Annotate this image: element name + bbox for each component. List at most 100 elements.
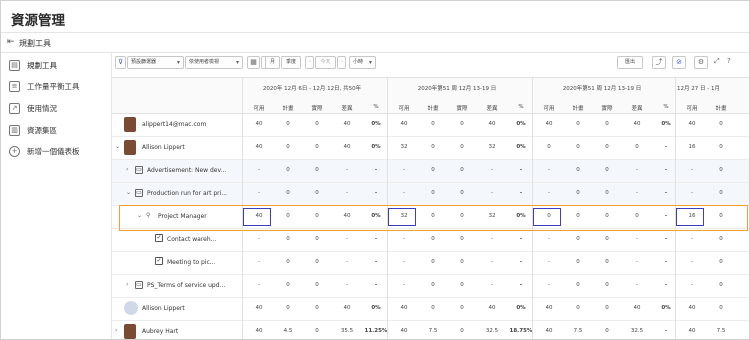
- chevron-down-icon[interactable]: ⌄: [115, 143, 120, 150]
- grid-cell[interactable]: -: [679, 236, 705, 242]
- grid-cell[interactable]: 40: [391, 121, 417, 127]
- grid-cell[interactable]: 32: [391, 144, 417, 150]
- range-quarter[interactable]: 季度: [281, 56, 301, 69]
- grid-cell[interactable]: 40: [536, 121, 562, 127]
- grid-cell[interactable]: 40: [246, 328, 272, 334]
- prev-period-button[interactable]: ‹: [305, 56, 314, 69]
- available-hours-input[interactable]: [676, 208, 704, 226]
- sidebar-item-utilization[interactable]: ↗ 使用情況: [1, 99, 112, 121]
- task-checkbox-icon[interactable]: ✓: [155, 257, 163, 265]
- grid-cell[interactable]: 40: [536, 328, 562, 334]
- table-row[interactable]: Allison Lippert 40 0 0 40 0% 40 0 0 40 0% 40 0 0 40 0% 4…: [112, 298, 749, 321]
- grid-cell[interactable]: 40: [391, 328, 417, 334]
- row-name[interactable]: Contact wareh...: [167, 236, 216, 243]
- task-checkbox-icon[interactable]: ✓: [155, 234, 163, 242]
- grid-cell[interactable]: -: [246, 259, 272, 265]
- grid-cell[interactable]: 40: [679, 121, 705, 127]
- grid-cell[interactable]: -: [536, 167, 562, 173]
- week-title: 12月 27 日 - 1月: [677, 86, 720, 92]
- grid-cell[interactable]: 0: [536, 144, 562, 150]
- view-dropdown[interactable]: 依使用者檢視: [185, 56, 243, 69]
- range-month[interactable]: 月: [265, 56, 280, 69]
- calendar-icon[interactable]: ▦: [247, 56, 260, 69]
- grid-cell[interactable]: 40: [246, 144, 272, 150]
- chevron-right-icon[interactable]: ›: [115, 327, 117, 334]
- grid-cell[interactable]: -: [246, 190, 272, 196]
- row-name[interactable]: Production run for art pri...: [147, 190, 227, 197]
- row-name[interactable]: Advertisement: New dev...: [147, 167, 226, 174]
- table-row[interactable]: › ▭ Advertisement: New dev... - 0 0 - - - 0 0 - - - 0 0…: [112, 160, 749, 183]
- settings-icon[interactable]: ⚙: [694, 56, 708, 69]
- table-row[interactable]: ✓ Meeting to pic... -0 0- - -0 0- - -0 0- - -0: [112, 252, 749, 275]
- grid-cell[interactable]: -: [246, 282, 272, 288]
- grid-cell[interactable]: 40: [536, 305, 562, 311]
- grid-cell[interactable]: -: [679, 282, 705, 288]
- table-row[interactable]: alippert14@mac.com 40 0 0 40 0% 40 0 0 40 0% 40 0 0 40…: [112, 114, 749, 137]
- grid-cell: 0: [719, 213, 723, 219]
- grid-cell[interactable]: -: [391, 236, 417, 242]
- sidebar-item-label: 資源集區: [27, 126, 57, 135]
- grid-cell[interactable]: -: [679, 259, 705, 265]
- unit-dropdown[interactable]: 小時: [349, 56, 376, 69]
- grid-cell[interactable]: 40: [679, 305, 705, 311]
- grid-cell[interactable]: -: [536, 282, 562, 288]
- sidebar-item-balancer[interactable]: ≡ 工作量平衡工具: [1, 77, 112, 99]
- table-row[interactable]: ⌄ ⚲ Project Manager 40 0 0 40 0% 32 0 0 32 0% 0 0 0 0-16…: [112, 206, 749, 229]
- export-button[interactable]: 匯出: [617, 56, 643, 69]
- link-icon[interactable]: ⊘: [672, 56, 686, 69]
- grid-cell[interactable]: -: [536, 236, 562, 242]
- help-icon[interactable]: ?: [727, 57, 731, 65]
- expand-icon[interactable]: ⤢: [714, 57, 720, 66]
- sidebar-item-label: 新增一個儀表板: [27, 147, 80, 156]
- row-name[interactable]: Project Manager: [158, 213, 207, 220]
- grid-cell[interactable]: 40: [246, 121, 272, 127]
- chevron-down-icon[interactable]: ⌄: [137, 212, 142, 219]
- filter-dropdown[interactable]: 預設篩選器: [127, 56, 184, 69]
- available-hours-input[interactable]: [388, 208, 416, 226]
- planner-icon: ▤: [9, 60, 20, 71]
- grid-cell[interactable]: -: [391, 167, 417, 173]
- row-name[interactable]: Aubrey Hart: [142, 328, 178, 335]
- grid-cell[interactable]: -: [391, 190, 417, 196]
- grid-cell: 0: [576, 167, 580, 173]
- grid-cell: 4.5: [283, 328, 293, 334]
- available-hours-input[interactable]: [243, 208, 271, 226]
- table-row[interactable]: ⌄ ▭ Production run for art pri... - 0 0 - - - 0 0 -…: [112, 183, 749, 206]
- row-name[interactable]: Meeting to pic...: [167, 259, 216, 266]
- chevron-right-icon[interactable]: ›: [126, 281, 128, 288]
- row-name[interactable]: PS_Terms of service upd...: [147, 282, 225, 289]
- grid-cell[interactable]: -: [246, 167, 272, 173]
- grid-cell[interactable]: 40: [391, 305, 417, 311]
- table-row[interactable]: › Aubrey Hart 40 4.5 0 35.5 11.25% 40 7.5 0 32.5 18…: [112, 321, 749, 339]
- chart-view-icon[interactable]: ⤴: [652, 56, 666, 69]
- row-name[interactable]: Allison Lippert: [142, 144, 185, 151]
- grid-cell[interactable]: 16: [679, 144, 705, 150]
- sidebar-item-add-dashboard[interactable]: + 新增一個儀表板: [1, 142, 112, 164]
- divider: [387, 114, 388, 339]
- collapse-panel-icon[interactable]: ⇤: [7, 37, 15, 47]
- chevron-right-icon[interactable]: ›: [126, 166, 128, 173]
- grid-cell[interactable]: 40: [679, 328, 705, 334]
- grid-cell[interactable]: -: [391, 259, 417, 265]
- sidebar-item-pools[interactable]: ▥ 資源集區: [1, 121, 112, 143]
- table-row[interactable]: ✓ Contact wareh... -0 0- - -0 0- - -0 0- - -0: [112, 229, 749, 252]
- grid-cell[interactable]: -: [536, 259, 562, 265]
- chevron-down-icon[interactable]: ⌄: [126, 189, 131, 196]
- grid-cell[interactable]: 40: [246, 305, 272, 311]
- grid-cell: 0: [460, 328, 464, 334]
- grid-cell[interactable]: -: [391, 282, 417, 288]
- available-hours-input[interactable]: [533, 208, 561, 226]
- table-row[interactable]: › ▭ PS_Terms of service upd... - 0 0 - - - 0 0 - - - 0…: [112, 275, 749, 298]
- filter-icon[interactable]: ⊽: [115, 56, 126, 69]
- grid-cell[interactable]: -: [536, 190, 562, 196]
- row-name[interactable]: alippert14@mac.com: [142, 121, 206, 128]
- table-row[interactable]: ⌄ Allison Lippert 40 0 0 40 0% 32 0 0 32 0% 0 0 0 0-16 0: [112, 137, 749, 160]
- sidebar-item-planner[interactable]: ▤ 規劃工具: [1, 56, 112, 78]
- grid-cell[interactable]: -: [679, 167, 705, 173]
- next-period-button[interactable]: ›: [337, 56, 346, 69]
- today-button[interactable]: 今天: [315, 56, 336, 69]
- grid-cell[interactable]: -: [679, 190, 705, 196]
- grid-cell[interactable]: -: [246, 236, 272, 242]
- week-title: 2020年第51 周 12月 13-19 日: [562, 86, 642, 92]
- row-name[interactable]: Allison Lippert: [142, 305, 185, 312]
